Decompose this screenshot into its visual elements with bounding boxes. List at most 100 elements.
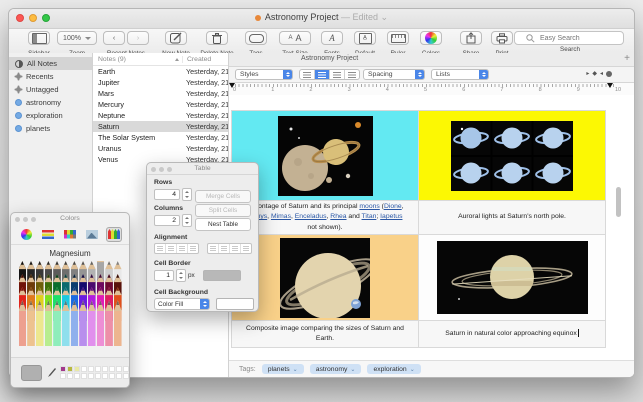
pencil-swatch[interactable] <box>36 300 44 346</box>
empty-swatch[interactable] <box>67 373 73 379</box>
pencil-swatch[interactable] <box>19 300 27 346</box>
pencil-grid[interactable] <box>18 261 122 349</box>
sidebar-item-astronomy[interactable]: astronomy <box>9 96 92 109</box>
table-cell-aurora[interactable] <box>419 111 605 201</box>
h-align-justify[interactable] <box>188 244 198 253</box>
sidebar-item-all-notes[interactable]: All Notes <box>9 57 92 70</box>
h-align-center[interactable] <box>166 244 177 253</box>
pencil-swatch[interactable] <box>53 300 61 346</box>
sidebar-item-untagged[interactable]: Untagged <box>9 83 92 96</box>
wiki-link[interactable]: Enceladus <box>295 213 327 220</box>
tab-options-icon[interactable] <box>606 71 612 77</box>
note-row-saturn[interactable]: SaturnYesterday, 21:3 <box>93 121 228 132</box>
saved-swatch[interactable] <box>67 366 73 372</box>
color-palettes-mode-button[interactable] <box>62 227 78 242</box>
new-tab-button[interactable]: + <box>624 53 630 64</box>
center-tab-stop-icon[interactable]: ◆ <box>592 70 597 77</box>
columns-input[interactable] <box>154 215 180 226</box>
tags-button[interactable] <box>245 31 267 45</box>
sidebar-item-recents[interactable]: Recents <box>9 70 92 83</box>
sidebar-toggle-button[interactable] <box>28 31 50 45</box>
v-align-stretch[interactable] <box>241 244 251 253</box>
vertical-alignment-control[interactable] <box>207 243 252 254</box>
saturn-equinox-image[interactable] <box>437 241 588 314</box>
colors-panel-titlebar[interactable]: Colors <box>11 213 129 224</box>
panel-minimize-button[interactable] <box>23 217 28 222</box>
sidebar-item-planets[interactable]: planets <box>9 122 92 135</box>
delete-note-button[interactable] <box>206 31 228 45</box>
merge-cells-button[interactable]: Merge Cells <box>195 190 251 203</box>
spacing-dropdown[interactable]: Spacing <box>363 69 425 80</box>
background-color-well[interactable] <box>216 298 254 310</box>
note-row-earth[interactable]: EarthYesterday, 21:3 <box>93 66 228 77</box>
table-cell-equinox[interactable] <box>419 235 605 321</box>
recent-swatches[interactable] <box>60 366 129 379</box>
tab-astronomy-project[interactable]: Astronomy Project <box>301 55 358 62</box>
table-cell-aurora-caption[interactable]: Auroral lights at Saturn's north pole. <box>419 201 605 235</box>
empty-swatch[interactable] <box>95 366 101 372</box>
table-cell-montage-caption[interactable]: A montage of Saturn and its principal mo… <box>232 201 419 235</box>
eyedropper-icon[interactable] <box>46 367 56 379</box>
columns-stepper[interactable] <box>182 214 192 227</box>
h-align-right[interactable] <box>177 244 188 253</box>
title-caret-icon[interactable]: ⌄ <box>381 12 389 22</box>
nest-table-button[interactable]: Nest Table <box>195 218 251 231</box>
sort-ascending-icon[interactable] <box>175 58 179 61</box>
v-align-top[interactable] <box>208 244 219 253</box>
empty-swatch[interactable] <box>123 366 129 372</box>
ruler-button[interactable] <box>387 31 409 45</box>
pencil-swatch[interactable] <box>27 300 35 346</box>
note-document[interactable]: A montage of Saturn and its principal mo… <box>229 95 634 361</box>
pencil-swatch[interactable] <box>114 300 122 346</box>
colors-panel[interactable]: Colors Magnesium <box>10 212 130 388</box>
pencil-swatch[interactable] <box>45 300 53 346</box>
note-row-uranus[interactable]: UranusYesterday, 21:3 <box>93 143 228 154</box>
default-style-button[interactable]: A̲ <box>354 31 376 45</box>
search-input[interactable] <box>538 34 612 43</box>
align-right-button[interactable] <box>330 70 345 79</box>
align-justify-button[interactable] <box>345 70 359 79</box>
right-tab-stop-icon[interactable]: ▸ <box>586 70 589 77</box>
empty-swatch[interactable] <box>123 373 129 379</box>
wiki-link[interactable]: moons <box>359 203 379 210</box>
h-align-left[interactable] <box>155 244 166 253</box>
note-row-neptune[interactable]: NeptuneYesterday, 21:3 <box>93 110 228 121</box>
note-row-mercury[interactable]: MercuryYesterday, 21:3 <box>93 99 228 110</box>
tag-pill-astronomy[interactable]: astronomy⌄ <box>310 364 362 374</box>
image-palettes-mode-button[interactable] <box>84 227 100 242</box>
titlebar[interactable]: Astronomy Project — Edited ⌄ <box>9 9 634 29</box>
lists-dropdown[interactable]: Lists <box>431 69 489 80</box>
wiki-link[interactable]: Iapetus <box>380 213 402 220</box>
wiki-link[interactable]: Rhea <box>330 213 346 220</box>
fonts-button[interactable]: A <box>321 31 343 45</box>
dialog-zoom-button[interactable] <box>167 167 172 172</box>
empty-swatch[interactable] <box>109 366 115 372</box>
zoom-dropdown[interactable]: 100% <box>57 31 97 45</box>
pencil-swatch[interactable] <box>88 300 96 346</box>
pencil-swatch[interactable] <box>105 300 113 346</box>
empty-swatch[interactable] <box>116 366 122 372</box>
empty-swatch[interactable] <box>102 373 108 379</box>
color-sliders-mode-button[interactable] <box>40 227 56 242</box>
rows-stepper[interactable] <box>182 188 192 201</box>
rows-input[interactable] <box>154 189 180 200</box>
vertical-scrollbar[interactable] <box>616 187 621 217</box>
empty-swatch[interactable] <box>116 373 122 379</box>
notes-list-header[interactable]: Notes (9) Created <box>93 53 228 66</box>
text-size-button[interactable]: AA <box>279 31 311 45</box>
empty-swatch[interactable] <box>95 373 101 379</box>
dialog-minimize-button[interactable] <box>159 167 164 172</box>
split-cells-button[interactable]: Split Cells <box>195 204 251 217</box>
share-button[interactable] <box>460 31 482 45</box>
v-align-middle[interactable] <box>219 244 230 253</box>
pencil-swatch[interactable] <box>62 300 70 346</box>
forward-button[interactable]: › <box>127 31 149 45</box>
horizontal-alignment-control[interactable] <box>154 243 199 254</box>
saved-swatch[interactable] <box>60 366 66 372</box>
empty-swatch[interactable] <box>88 373 94 379</box>
panel-close-button[interactable] <box>15 217 20 222</box>
current-color-well[interactable] <box>21 365 42 381</box>
table-dialog-titlebar[interactable]: Table <box>147 163 258 175</box>
empty-swatch[interactable] <box>81 366 87 372</box>
wiki-link[interactable]: Mimas <box>271 213 291 220</box>
